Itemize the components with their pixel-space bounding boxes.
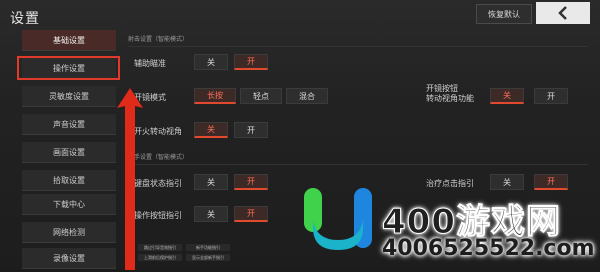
chevron-left-icon xyxy=(558,6,567,20)
heal-hint-off[interactable]: 关 xyxy=(490,174,524,190)
scope-button-label: 开镜按钮 转动视角功能 xyxy=(426,84,474,103)
back-button[interactable] xyxy=(536,2,590,24)
sidebar-item-download[interactable]: 下载中心 xyxy=(22,194,116,215)
settings-screen: 设置 恢复默认 基础设置 操作设置 灵敏度设置 声音设置 画面设置 拾取设置 下… xyxy=(0,0,600,270)
sidebar-item-recording[interactable]: 录像设置 xyxy=(22,248,116,269)
sidebar-item-sensitivity[interactable]: 灵敏度设置 xyxy=(22,86,116,107)
fire-mode-mixed[interactable]: 混合 xyxy=(286,88,328,104)
scope-button-on[interactable]: 开 xyxy=(534,88,568,104)
scope-button-off[interactable]: 关 xyxy=(490,88,524,104)
key-hint-on[interactable]: 开 xyxy=(234,174,268,190)
newbie-guide-button[interactable]: 新手功能指引 xyxy=(186,244,230,251)
sidebar-item-basic[interactable]: 基础设置 xyxy=(22,30,116,51)
heal-hint-on[interactable]: 开 xyxy=(534,174,568,190)
assist-aim-label: 辅助瞄准 xyxy=(134,59,166,68)
fire-turn-off[interactable]: 关 xyxy=(194,122,228,138)
button-hint-off[interactable]: 关 xyxy=(194,206,228,222)
assist-aim-off[interactable]: 关 xyxy=(194,54,228,70)
arrow-up-icon xyxy=(117,88,143,270)
divider xyxy=(128,164,588,165)
assist-aim-on[interactable]: 开 xyxy=(234,54,268,70)
section-header-shooting: 射击设置（智能模式） xyxy=(128,36,189,43)
sidebar-item-graphics[interactable]: 画面设置 xyxy=(22,142,116,163)
page-title: 设置 xyxy=(10,11,40,27)
sidebar-item-network[interactable]: 网络检测 xyxy=(22,222,116,243)
sidebar-item-sound[interactable]: 声音设置 xyxy=(22,114,116,135)
restore-defaults-button[interactable]: 恢复默认 xyxy=(476,4,532,24)
button-hint-on[interactable]: 开 xyxy=(234,206,268,222)
show-all-guides-button[interactable]: 显示全部新手指引 xyxy=(186,254,230,261)
fire-mode-hold[interactable]: 长按 xyxy=(194,88,236,104)
heal-hint-label: 治疗点击指引 xyxy=(426,179,474,188)
divider xyxy=(128,46,588,47)
key-hint-off[interactable]: 关 xyxy=(194,174,228,190)
sidebar-item-pickup[interactable]: 拾取设置 xyxy=(22,170,116,191)
fire-mode-tap[interactable]: 轻点 xyxy=(240,88,282,104)
watermark-logo-icon xyxy=(304,188,372,250)
fire-turn-on[interactable]: 开 xyxy=(234,122,268,138)
watermark-url: 4006525522.com xyxy=(382,236,595,261)
highlight-box xyxy=(17,56,120,80)
